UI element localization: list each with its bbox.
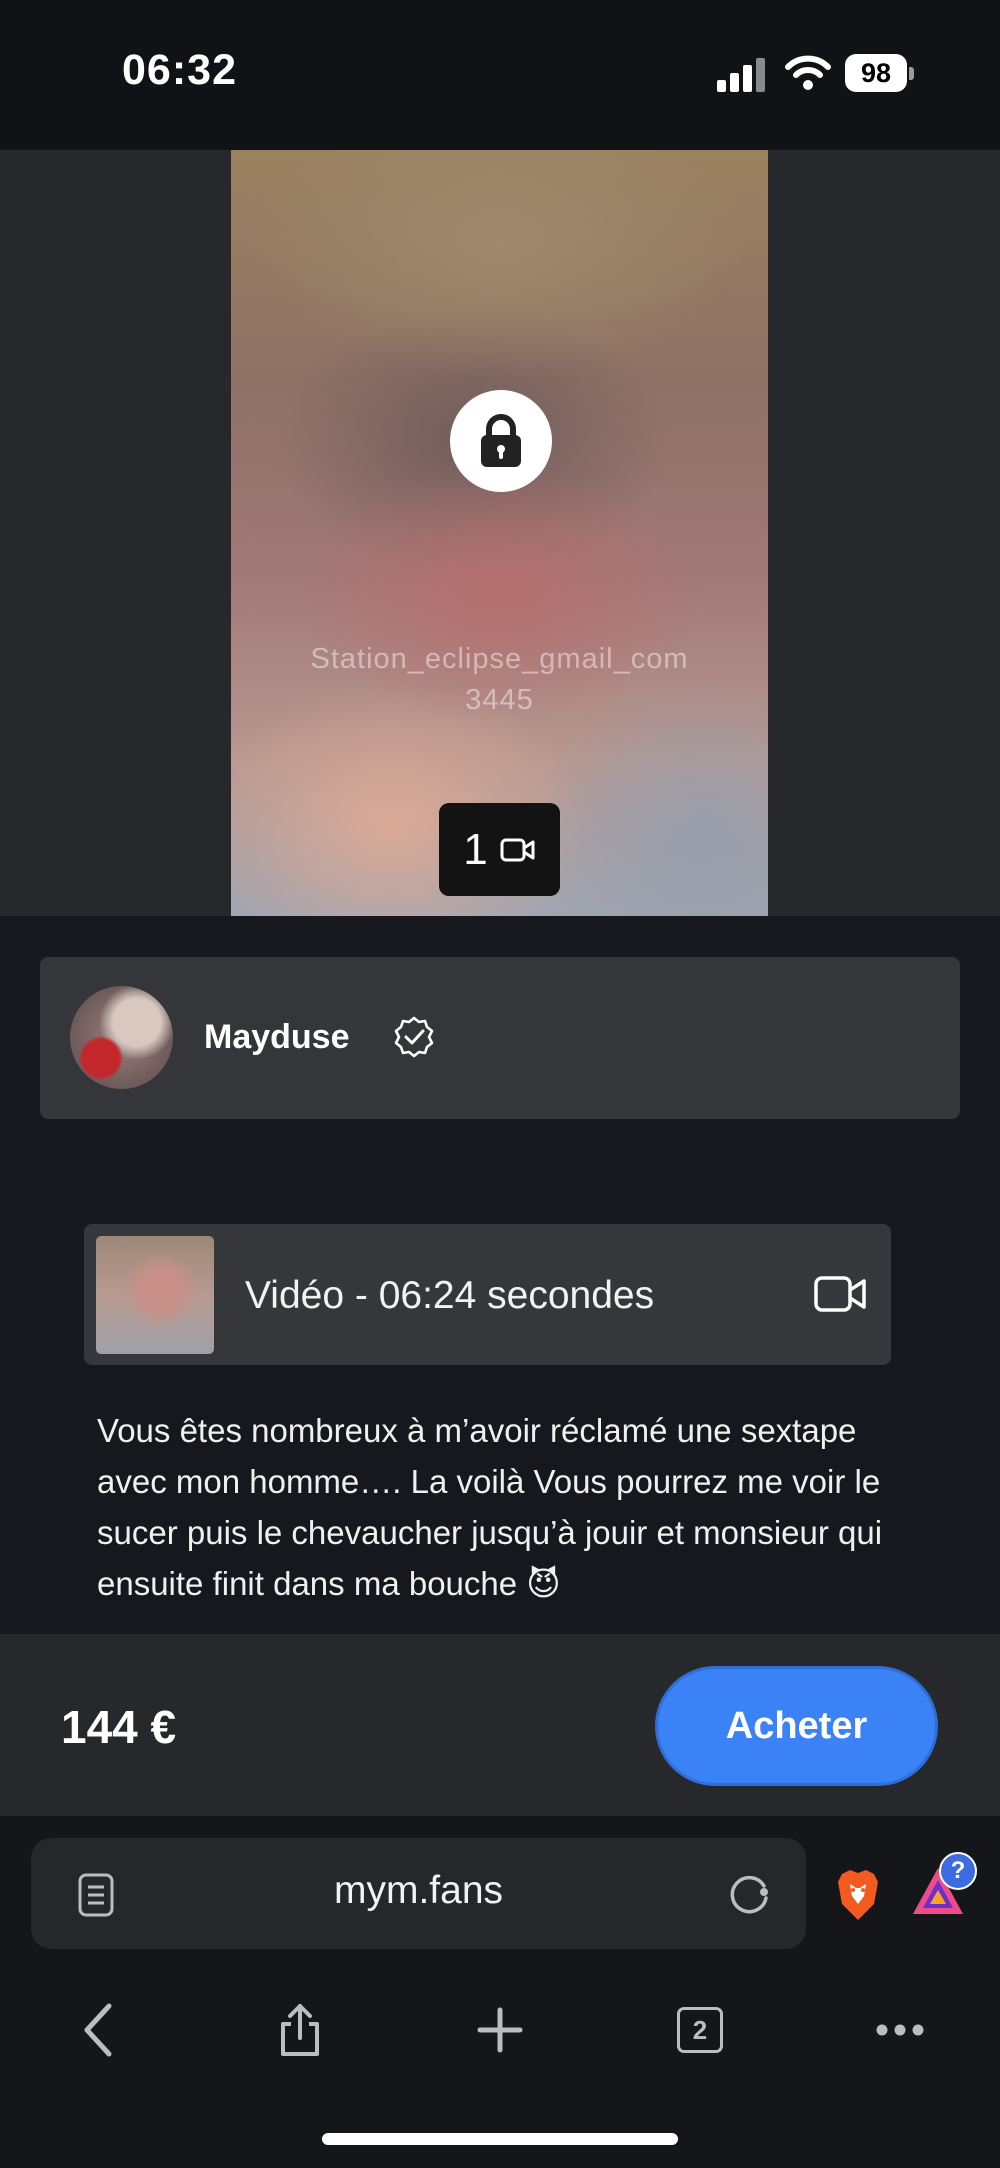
lock-button[interactable] (450, 390, 552, 492)
wifi-icon (785, 55, 831, 90)
creator-name[interactable]: Mayduse (204, 1018, 350, 1057)
price: 144 € (61, 1701, 177, 1753)
battery-icon: 98 (845, 54, 915, 94)
signal-icon (717, 58, 765, 92)
tab-count: 2 (677, 2007, 723, 2053)
buy-button[interactable]: Acheter (655, 1666, 938, 1786)
more-menu-button[interactable] (865, 1995, 935, 2065)
more-icon (876, 2024, 924, 2036)
share-icon (281, 2004, 319, 2056)
back-icon (84, 2003, 112, 2057)
watermark-line: 3445 (465, 684, 534, 716)
avatar[interactable] (70, 986, 173, 1089)
home-indicator[interactable] (322, 2133, 678, 2145)
creator-card[interactable] (40, 957, 960, 1119)
url-text[interactable]: mym.fans (31, 1869, 806, 1913)
media-count: 1 (463, 824, 488, 874)
watermark-line: Station_eclipse_gmail_com (310, 643, 689, 675)
video-camera-icon (500, 838, 535, 861)
lock-icon (481, 414, 521, 467)
verified-badge-icon (394, 1016, 434, 1058)
plus-icon (477, 2007, 523, 2053)
tabs-button[interactable]: 2 (665, 1995, 735, 2065)
brave-shields-icon[interactable] (834, 1868, 882, 1922)
blurred-media-preview[interactable] (231, 150, 768, 916)
video-duration-label: Vidéo - 06:24 secondes (245, 1274, 655, 1317)
reload-icon[interactable] (728, 1872, 772, 1916)
share-button[interactable] (265, 1995, 335, 2065)
help-badge[interactable]: ? (939, 1852, 977, 1890)
post-description: Vous êtes nombreux à m’avoir réclamé une… (97, 1412, 883, 1602)
video-thumbnail (96, 1236, 214, 1354)
new-tab-button[interactable] (465, 1995, 535, 2065)
back-button[interactable] (64, 1995, 134, 2065)
status-time: 06:32 (122, 46, 237, 94)
battery-level: 98 (845, 54, 907, 92)
media-count-badge: 1 (439, 803, 560, 896)
video-camera-icon (814, 1276, 866, 1312)
